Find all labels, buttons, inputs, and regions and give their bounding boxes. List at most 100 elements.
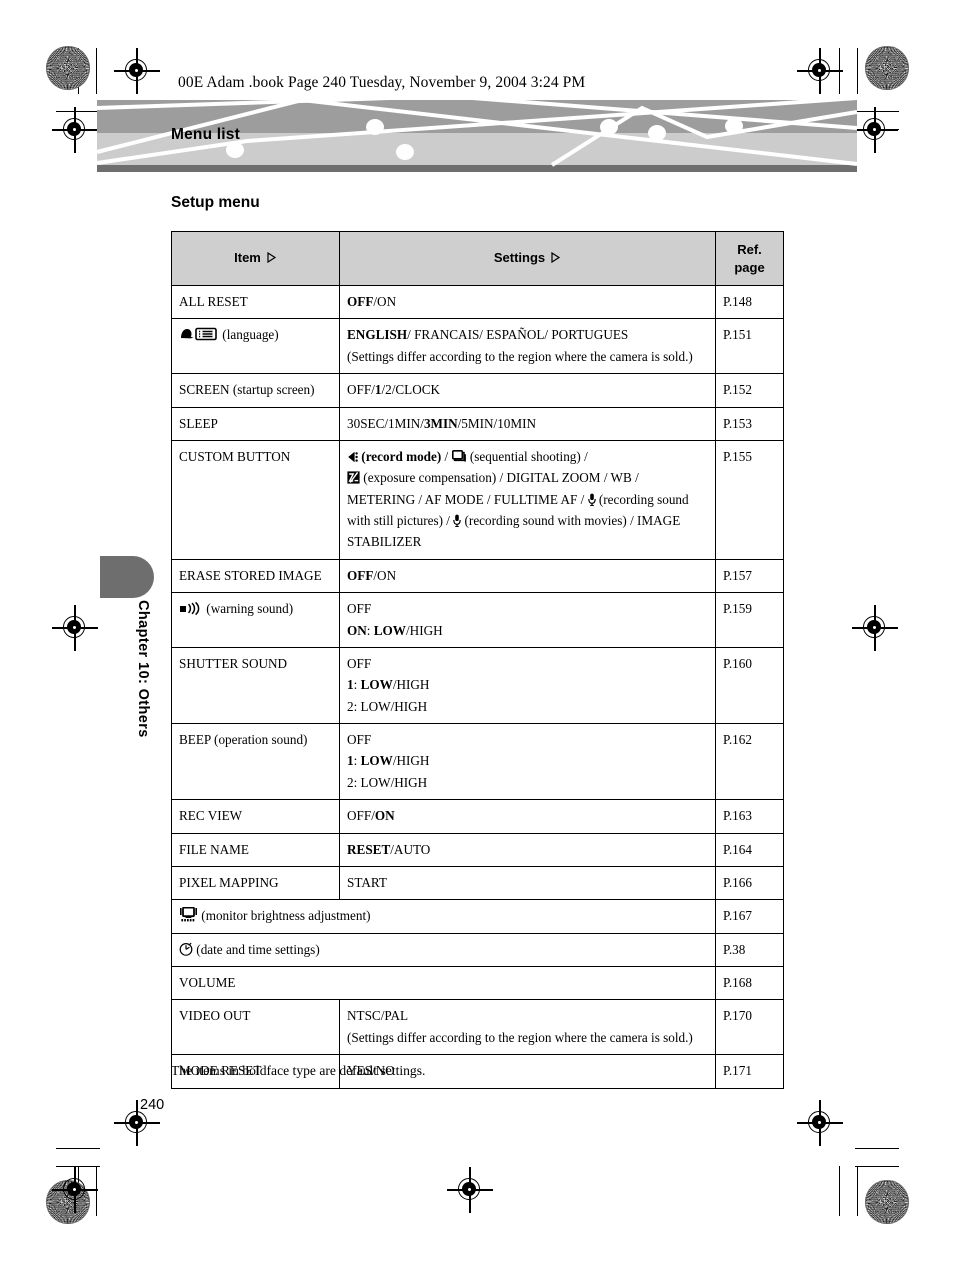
item-label: VOLUME: [179, 975, 236, 991]
column-header-settings: Settings: [339, 230, 716, 287]
table-row: SCREEN (startup screen) OFF/1/2/CLOCK P.15…: [171, 373, 784, 408]
cell-item: ALL RESET: [171, 285, 340, 320]
monitor-brightness-icon: [179, 907, 198, 922]
crosshair-registration-mark: [852, 107, 898, 153]
microphone-icon: [453, 512, 462, 528]
table-row: REC VIEW OFF/ON P.163: [171, 799, 784, 834]
cell-settings: START: [339, 865, 716, 901]
item-label: (language): [222, 327, 279, 343]
chapter-tab-marker: [100, 556, 154, 598]
setup-menu-table: Item Settings Ref. page ALL RESET OFF/ON P…: [171, 230, 784, 1089]
item-label: CUSTOM BUTTON: [179, 448, 291, 464]
table-row: (date and time settings) P.38: [171, 932, 784, 968]
table-row: SHUTTER SOUND OFF 1: LOW/HIGH 2: LOW/HIGH P.…: [171, 646, 784, 725]
item-label: SHUTTER SOUND: [179, 655, 288, 671]
cell-item: SLEEP: [171, 406, 340, 441]
cell-ref-page: P.170: [715, 999, 784, 1056]
triangle-right-icon: [550, 250, 561, 268]
item-label: (monitor brightness adjustment): [201, 908, 371, 924]
item-label: PIXEL MAPPING: [179, 874, 279, 890]
cell-settings: OFF ON: LOW/HIGH: [339, 592, 716, 648]
crosshair-registration-mark: [797, 48, 843, 94]
cell-ref-page: P.155: [715, 439, 784, 560]
clock-icon: [179, 941, 193, 956]
cell-settings: OFF/ON: [339, 285, 716, 320]
cell-item: SHUTTER SOUND: [171, 646, 340, 725]
column-header-item: Item: [171, 230, 340, 287]
cell-ref-page: P.164: [715, 832, 784, 867]
crosshair-registration-mark: [52, 605, 98, 651]
table-row: PIXEL MAPPING START P.166: [171, 865, 784, 901]
crop-line: [56, 1148, 100, 1150]
cell-settings: OFF/ON: [339, 558, 716, 594]
table-footnote: The items in boldface type are default s…: [171, 1063, 426, 1078]
item-label: SCREEN (startup screen): [179, 382, 315, 398]
column-header-item-label: Item: [234, 250, 261, 266]
cell-ref-page: P.160: [715, 646, 784, 725]
table-header-row: Item Settings Ref. page: [171, 230, 784, 287]
cell-settings: OFF/ON: [339, 799, 716, 834]
crop-line: [839, 1166, 841, 1216]
table-row: BEEP (operation sound) OFF 1: LOW/HIGH 2: L…: [171, 723, 784, 801]
warning-sound-icon: [179, 600, 203, 616]
triangle-right-icon: [266, 250, 277, 268]
cell-ref-page: P.163: [715, 799, 784, 834]
cell-item: SCREEN (startup screen): [171, 373, 340, 408]
column-header-ref-line2: page: [734, 259, 765, 275]
cell-ref-page: P.148: [715, 285, 784, 320]
cell-settings: ENGLISH/ FRANCAIS/ ESPAÑOL/ PORTUGUES (Se…: [339, 318, 716, 375]
cell-settings: OFF 1: LOW/HIGH 2: LOW/HIGH: [339, 723, 716, 801]
cell-ref-page: P.38: [715, 932, 784, 968]
cell-item: FILE NAME: [171, 832, 340, 867]
cell-settings: 30SEC/1MIN/3MIN/5MIN/10MIN: [339, 406, 716, 441]
cell-item: ERASE STORED IMAGE: [171, 558, 340, 594]
record-mode-icon: [347, 448, 358, 463]
table-row: ALL RESET OFF/ON P.148: [171, 285, 784, 320]
crosshair-registration-mark: [852, 605, 898, 651]
cell-item: (monitor brightness adjustment): [171, 899, 716, 934]
cell-item: REC VIEW: [171, 799, 340, 834]
cell-item: (date and time settings): [171, 932, 716, 968]
setup-menu-table-body: ALL RESET OFF/ON P.148 (language) ENGLISH/ …: [171, 285, 784, 1089]
table-row: VIDEO OUT NTSC/PAL (Settings differ accord…: [171, 999, 784, 1056]
page-title: Setup menu: [171, 194, 260, 211]
setup-menu-table-wrapper: Item Settings Ref. page ALL RESET OFF/ON P…: [171, 230, 784, 1089]
cell-item: VIDEO OUT: [171, 999, 340, 1056]
crosshair-registration-mark: [52, 107, 98, 153]
cell-ref-page: P.162: [715, 723, 784, 801]
cell-ref-page: P.171: [715, 1054, 784, 1089]
cell-ref-page: P.167: [715, 899, 784, 934]
cell-ref-page: P.159: [715, 592, 784, 648]
item-label: REC VIEW: [179, 808, 243, 824]
column-header-ref-line1: Ref.: [737, 242, 762, 257]
chapter-tab-label: Chapter 10: Others: [135, 600, 151, 738]
crosshair-registration-mark: [447, 1167, 493, 1213]
item-label: FILE NAME: [179, 841, 249, 857]
column-header-settings-label: Settings: [493, 250, 546, 266]
cell-ref-page: P.157: [715, 558, 784, 594]
cell-item: VOLUME: [171, 966, 716, 1001]
chapter-banner: Menu list: [97, 100, 857, 172]
microphone-icon: [587, 491, 596, 506]
item-label: ALL RESET: [179, 294, 248, 310]
crosshair-registration-mark: [114, 48, 160, 94]
cell-item: (warning sound): [171, 592, 340, 648]
crop-line: [857, 1166, 859, 1216]
item-label: BEEP (operation sound): [179, 732, 308, 748]
table-row: ERASE STORED IMAGE OFF/ON P.157: [171, 558, 784, 594]
item-label: (date and time settings): [196, 941, 320, 957]
banner-title: Menu list: [171, 126, 240, 143]
exposure-compensation-icon: [347, 469, 360, 484]
crosshair-registration-mark: [797, 1100, 843, 1146]
starburst-registration-mark: [46, 46, 90, 90]
starburst-registration-mark: [865, 1180, 909, 1224]
crop-line: [96, 48, 98, 94]
table-row: VOLUME P.168: [171, 966, 784, 1001]
crosshair-registration-mark: [52, 1167, 98, 1213]
cell-item: BEEP (operation sound): [171, 723, 340, 801]
cell-settings: OFF/1/2/CLOCK: [339, 373, 716, 408]
running-head-filename: 00E Adam .book Page 240 Tuesday, Novembe…: [178, 74, 586, 91]
item-label: (warning sound): [206, 601, 294, 617]
item-label: SLEEP: [179, 415, 218, 431]
language-icon: [179, 326, 219, 341]
